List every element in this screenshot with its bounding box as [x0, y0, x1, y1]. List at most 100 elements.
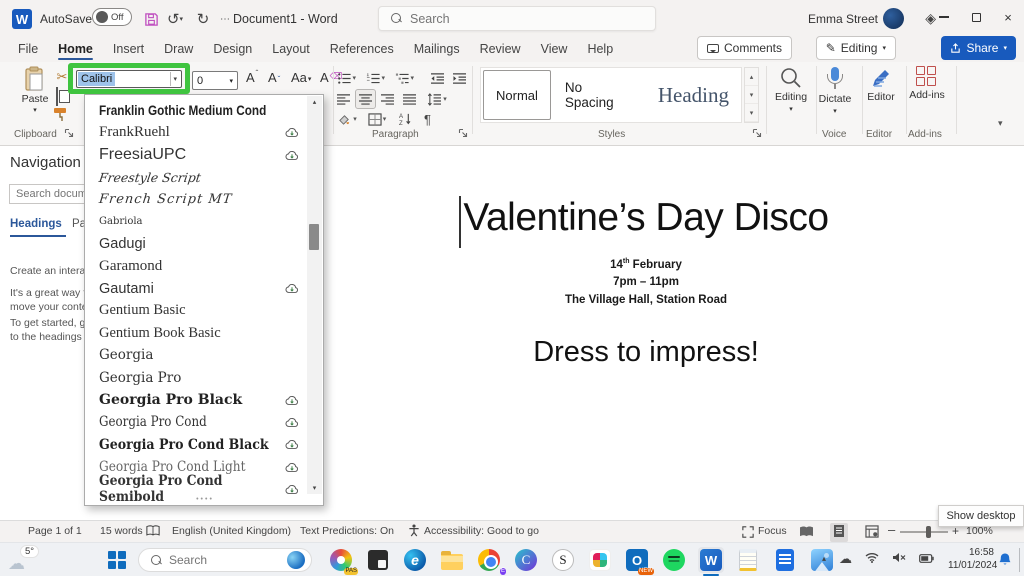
style-no-spacing[interactable]: No Spacing	[553, 68, 646, 122]
web-layout-button[interactable]	[862, 524, 882, 542]
zoom-out-button[interactable]: –	[888, 522, 895, 537]
ribbon-tab-mailings[interactable]: Mailings	[404, 38, 470, 60]
ribbon-tab-references[interactable]: References	[320, 38, 404, 60]
align-right-button[interactable]	[378, 90, 397, 108]
autosave-toggle[interactable]: Off	[92, 8, 132, 26]
avatar[interactable]	[883, 8, 904, 29]
font-option[interactable]: Freestyle Script	[85, 166, 307, 188]
text-predictions[interactable]: Text Predictions: On	[300, 525, 394, 537]
restore-button[interactable]	[960, 0, 992, 34]
zoom-slider-track[interactable]	[900, 531, 948, 533]
decrease-indent-button[interactable]	[428, 69, 447, 87]
font-option[interactable]: Georgia Pro	[85, 367, 307, 389]
focus-button[interactable]: Focus	[758, 525, 787, 537]
addins-button[interactable]: Add-ins	[904, 66, 950, 124]
chrome-browser-icon[interactable]: E	[476, 547, 502, 573]
notification-bell-icon[interactable]	[998, 552, 1012, 572]
minimize-button[interactable]	[928, 0, 960, 34]
zoom-slider-thumb[interactable]	[926, 526, 931, 538]
ribbon-tab-design[interactable]: Design	[203, 38, 262, 60]
document-page[interactable]: Valentine’s Day Disco 14th February 7pm …	[328, 146, 964, 520]
font-option[interactable]: Franklin Gothic Medium Cond	[85, 99, 307, 121]
save-button[interactable]	[140, 8, 162, 30]
close-button[interactable]: ×	[992, 0, 1024, 34]
font-option[interactable]: Gautami	[85, 277, 307, 299]
collapse-ribbon-icon[interactable]: ▾	[998, 118, 1003, 129]
paragraph-dialog-launcher[interactable]	[458, 128, 469, 139]
search-input[interactable]	[410, 12, 610, 26]
notepad-app-icon[interactable]	[735, 547, 761, 573]
task-view-app-icon[interactable]	[365, 547, 391, 573]
line-spacing-button[interactable]: ▾	[424, 90, 450, 108]
font-size-combo[interactable]: 0 ▾	[192, 71, 238, 90]
chevron-down-icon[interactable]: ▾	[170, 72, 179, 86]
show-desktop-strip[interactable]	[1019, 548, 1020, 572]
word-app-icon[interactable]: W	[698, 547, 724, 573]
font-option[interactable]: Georgia Pro Black	[85, 389, 307, 411]
ribbon-tab-home[interactable]: Home	[48, 38, 103, 60]
editor-button[interactable]: Editor	[858, 66, 904, 124]
language-indicator[interactable]: English (United Kingdom)	[172, 525, 291, 537]
undo-button[interactable]: ↺▾	[164, 8, 186, 30]
shrink-font-button[interactable]: Aˇ	[268, 70, 280, 85]
accessibility-status[interactable]: Accessibility: Good to go	[424, 525, 539, 537]
weather-widget[interactable]: ☁ 5°	[6, 546, 50, 574]
style-heading[interactable]: Heading	[646, 68, 741, 122]
font-option[interactable]: Garamond	[85, 255, 307, 277]
change-case-button[interactable]: Aa▾	[291, 70, 311, 85]
print-layout-button[interactable]	[830, 523, 848, 542]
slack-app-icon[interactable]	[587, 547, 613, 573]
font-option[interactable]: Georgia	[85, 344, 307, 366]
dropdown-resize-handle[interactable]: ••••	[85, 496, 325, 505]
comments-button[interactable]: Comments	[697, 36, 792, 60]
align-left-button[interactable]	[334, 90, 353, 108]
gallery-more-icon[interactable]: ▾	[745, 104, 758, 122]
spotify-app-icon[interactable]	[661, 547, 687, 573]
canva-app-icon[interactable]: C	[513, 547, 539, 573]
multilevel-list-button[interactable]: ▾	[395, 69, 414, 87]
ribbon-tab-layout[interactable]: Layout	[262, 38, 320, 60]
ribbon-tab-draw[interactable]: Draw	[154, 38, 203, 60]
font-option[interactable]: French Script MT	[85, 188, 307, 210]
font-option[interactable]: Georgia Pro Cond Black	[85, 433, 307, 455]
font-option[interactable]: Gentium Book Basic	[85, 322, 307, 344]
file-explorer-icon[interactable]	[439, 547, 465, 573]
document-app-icon[interactable]	[772, 547, 798, 573]
style-normal[interactable]: Normal	[483, 70, 551, 120]
redo-button[interactable]: ↻	[192, 8, 214, 30]
start-button[interactable]	[108, 551, 126, 569]
read-mode-button[interactable]	[796, 524, 817, 542]
taskbar-search[interactable]	[138, 548, 312, 572]
word-logo-icon[interactable]: W	[12, 9, 32, 29]
font-name-combo[interactable]: Calibri ▾	[76, 70, 182, 88]
search-bar[interactable]	[378, 6, 656, 31]
share-button[interactable]: Share ▾	[941, 36, 1016, 60]
wifi-icon[interactable]	[865, 552, 879, 566]
ribbon-tab-view[interactable]: View	[531, 38, 578, 60]
onedrive-cloud-icon[interactable]: ☁	[839, 552, 852, 566]
edge-browser-icon[interactable]: e	[402, 547, 428, 573]
format-painter-button[interactable]	[52, 106, 70, 127]
ribbon-tab-help[interactable]: Help	[577, 38, 623, 60]
taskbar-clock[interactable]: 16:58 11/01/2024	[948, 546, 994, 572]
increase-indent-button[interactable]	[450, 69, 469, 87]
paint-app-icon[interactable]: PAS	[328, 547, 354, 573]
grow-font-button[interactable]: Aˆ	[246, 70, 258, 85]
ribbon-tab-review[interactable]: Review	[470, 38, 531, 60]
battery-icon[interactable]	[919, 552, 934, 566]
editing-button[interactable]: Editing ▾	[768, 66, 814, 124]
gallery-down-icon[interactable]: ▾	[745, 86, 758, 104]
numbering-button[interactable]: ▾	[366, 69, 385, 87]
clipboard-dialog-launcher[interactable]	[64, 128, 75, 139]
ribbon-tab-insert[interactable]: Insert	[103, 38, 154, 60]
gallery-up-icon[interactable]: ▴	[745, 68, 758, 86]
sort-button[interactable]: AZ	[396, 110, 415, 128]
paste-button[interactable]: Paste ▾	[14, 66, 56, 128]
font-option[interactable]: Gadugi	[85, 233, 307, 255]
user-name[interactable]: Emma Street	[808, 12, 878, 26]
font-list-scrollbar[interactable]: ▴ ▾	[307, 96, 322, 494]
font-option[interactable]: Gabriola	[85, 210, 307, 232]
ribbon-tab-file[interactable]: File	[8, 38, 48, 60]
page-indicator[interactable]: Page 1 of 1	[28, 525, 82, 537]
scrollbar-thumb[interactable]	[309, 224, 319, 250]
